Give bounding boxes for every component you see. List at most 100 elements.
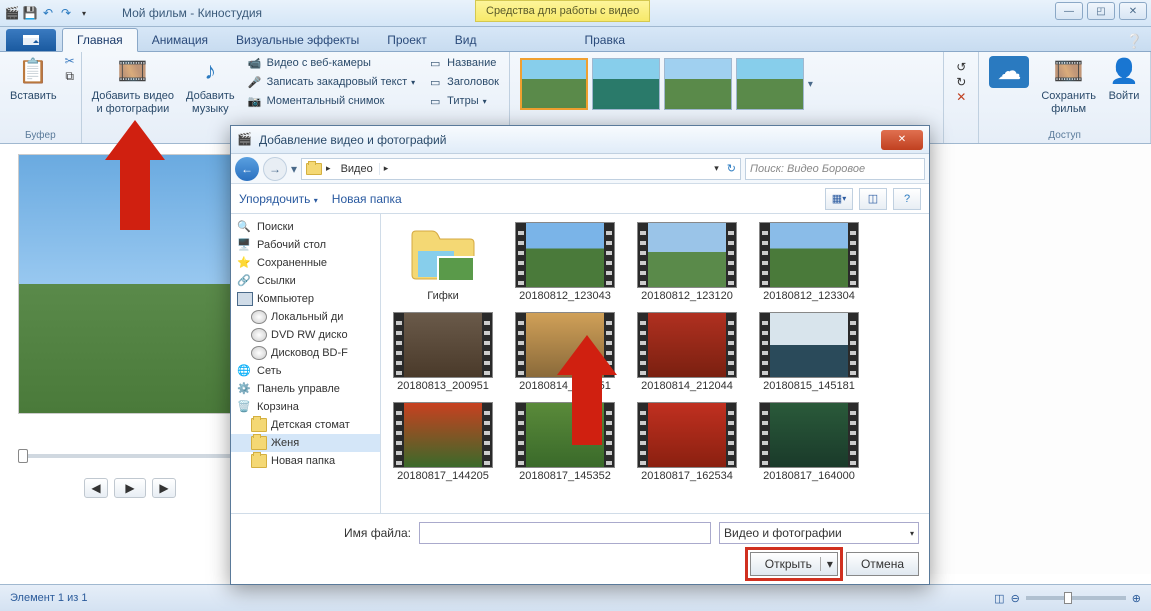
- tab-edit[interactable]: Правка: [570, 29, 639, 51]
- credits-button[interactable]: ▭Титры▾: [423, 92, 503, 110]
- theme-thumb[interactable]: [592, 58, 660, 110]
- view-mode-button[interactable]: ▦ ▾: [825, 188, 853, 210]
- signin-button[interactable]: 👤Войти: [1104, 54, 1144, 105]
- zoom-in-icon[interactable]: ⊕: [1132, 592, 1141, 605]
- tab-home[interactable]: Главная: [62, 28, 138, 52]
- file-label: 20180817_145352: [511, 470, 619, 482]
- breadcrumb-dropdown-icon[interactable]: ▾: [710, 163, 723, 174]
- file-menu-button[interactable]: [6, 29, 56, 51]
- file-label: 20180812_123120: [633, 290, 741, 302]
- filetype-select[interactable]: Видео и фотографии▾: [719, 522, 919, 544]
- tree-item[interactable]: Детская стомат: [231, 416, 380, 434]
- file-item[interactable]: 20180817_145352: [511, 402, 619, 482]
- nav-up-icon[interactable]: ▾: [291, 162, 297, 176]
- cut-icon[interactable]: ✂: [65, 54, 75, 68]
- organize-button[interactable]: Упорядочить ▾: [239, 192, 318, 206]
- tree-item[interactable]: Компьютер: [231, 290, 380, 308]
- file-item[interactable]: 20180812_123120: [633, 222, 741, 302]
- file-item[interactable]: 20180813_200951: [389, 312, 497, 392]
- rotate-left-icon[interactable]: ↺: [956, 60, 966, 74]
- add-music-button[interactable]: ♪ Добавить музыку: [182, 54, 239, 118]
- prev-button[interactable]: ◀: [84, 478, 108, 498]
- view-switch-icon[interactable]: ◫: [994, 592, 1004, 605]
- file-item[interactable]: 20180812_123304: [755, 222, 863, 302]
- tree-item[interactable]: Локальный ди: [231, 308, 380, 326]
- delete-icon[interactable]: ✕: [956, 90, 966, 104]
- tree-item[interactable]: 🗑️Корзина: [231, 398, 380, 416]
- tree-item[interactable]: DVD RW диско: [231, 326, 380, 344]
- file-item[interactable]: 20180817_162534: [633, 402, 741, 482]
- tab-animation[interactable]: Анимация: [138, 29, 222, 51]
- file-item[interactable]: 20180817_144205: [389, 402, 497, 482]
- file-item[interactable]: 20180815_145181: [755, 312, 863, 392]
- tab-effects[interactable]: Визуальные эффекты: [222, 29, 373, 51]
- tree-item[interactable]: Дисковод BD-F: [231, 344, 380, 362]
- tree-item-label: Сохраненные: [257, 257, 327, 269]
- new-folder-button[interactable]: Новая папка: [332, 192, 402, 206]
- file-list[interactable]: Гифки20180812_123043 20180812_123120 20180…: [381, 214, 929, 513]
- file-item[interactable]: 20180814_203551: [511, 312, 619, 392]
- folder-tree[interactable]: 🔍Поиски🖥️Рабочий стол⭐Сохраненные🔗Ссылки…: [231, 214, 381, 513]
- snapshot-button[interactable]: 📷Моментальный снимок: [243, 92, 420, 110]
- help-button[interactable]: ?: [893, 188, 921, 210]
- file-item[interactable]: 20180812_123043: [511, 222, 619, 302]
- tree-item[interactable]: Новая папка: [231, 452, 380, 470]
- voiceover-button[interactable]: 🎤Записать закадровый текст▾: [243, 73, 420, 91]
- tree-item[interactable]: 🌐Сеть: [231, 362, 380, 380]
- theme-thumb[interactable]: [520, 58, 588, 110]
- filename-input[interactable]: [419, 522, 711, 544]
- dialog-close-button[interactable]: ✕: [881, 130, 923, 150]
- nav-forward-button[interactable]: →: [263, 157, 287, 181]
- qat-dropdown-icon[interactable]: ▾: [76, 5, 92, 21]
- webcam-button[interactable]: 📹Видео с веб-камеры: [243, 54, 420, 72]
- tree-item-icon: [251, 310, 267, 324]
- gallery-more-icon[interactable]: ▾: [808, 79, 813, 90]
- tab-view[interactable]: Вид: [441, 29, 491, 51]
- tree-item[interactable]: 🔍Поиски: [231, 218, 380, 236]
- file-item[interactable]: 20180814_212044: [633, 312, 741, 392]
- copy-icon[interactable]: ⧉: [65, 69, 75, 84]
- rotate-right-icon[interactable]: ↻: [956, 75, 966, 89]
- title-button[interactable]: ▭Название: [423, 54, 503, 72]
- tree-item-icon: [251, 418, 267, 432]
- maximize-button[interactable]: ◰: [1087, 2, 1115, 20]
- theme-thumb[interactable]: [736, 58, 804, 110]
- cancel-button[interactable]: Отмена: [846, 552, 919, 576]
- tree-item-icon: 🔗: [237, 274, 253, 288]
- redo-icon[interactable]: ↷: [58, 5, 74, 21]
- file-item[interactable]: 20180817_164000: [755, 402, 863, 482]
- tree-item[interactable]: Женя: [231, 434, 380, 452]
- tree-item[interactable]: ⚙️Панель управле: [231, 380, 380, 398]
- themes-gallery[interactable]: ▾: [516, 54, 937, 114]
- save-icon[interactable]: 💾: [22, 5, 38, 21]
- tab-project[interactable]: Проект: [373, 29, 441, 51]
- save-movie-button[interactable]: 🎞️Сохранить фильм: [1037, 54, 1100, 118]
- file-item[interactable]: Гифки: [389, 222, 497, 302]
- next-button[interactable]: ▶: [152, 478, 176, 498]
- close-button[interactable]: ✕: [1119, 2, 1147, 20]
- tree-item[interactable]: ⭐Сохраненные: [231, 254, 380, 272]
- open-button[interactable]: Открыть▾: [750, 552, 838, 576]
- caption-button[interactable]: ▭Заголовок: [423, 73, 503, 91]
- theme-thumb[interactable]: [664, 58, 732, 110]
- zoom-slider[interactable]: [1026, 596, 1126, 600]
- pane-button[interactable]: ◫: [859, 188, 887, 210]
- search-input[interactable]: Поиск: Видео Боровое: [745, 158, 925, 180]
- paste-button[interactable]: 📋 Вставить: [6, 54, 61, 105]
- add-video-photo-button[interactable]: 🎞️ Добавить видео и фотографии: [88, 54, 178, 118]
- title-icon: ▭: [427, 55, 443, 71]
- zoom-out-icon[interactable]: ⊖: [1011, 592, 1020, 605]
- onedrive-button[interactable]: ☁: [985, 54, 1033, 92]
- breadcrumb-item[interactable]: Видео: [335, 163, 380, 175]
- undo-icon[interactable]: ↶: [40, 5, 56, 21]
- refresh-icon[interactable]: ↻: [727, 162, 736, 175]
- breadcrumb[interactable]: ▸ Видео ▸ ▾ ↻: [301, 158, 741, 180]
- help-icon[interactable]: ❔: [1126, 33, 1143, 50]
- tree-item[interactable]: 🔗Ссылки: [231, 272, 380, 290]
- tree-item[interactable]: 🖥️Рабочий стол: [231, 236, 380, 254]
- nav-back-button[interactable]: ←: [235, 157, 259, 181]
- play-button[interactable]: ▶: [114, 478, 146, 498]
- dialog-icon: 🎬: [237, 132, 253, 148]
- timeline-slider[interactable]: [18, 454, 242, 458]
- minimize-button[interactable]: —: [1055, 2, 1083, 20]
